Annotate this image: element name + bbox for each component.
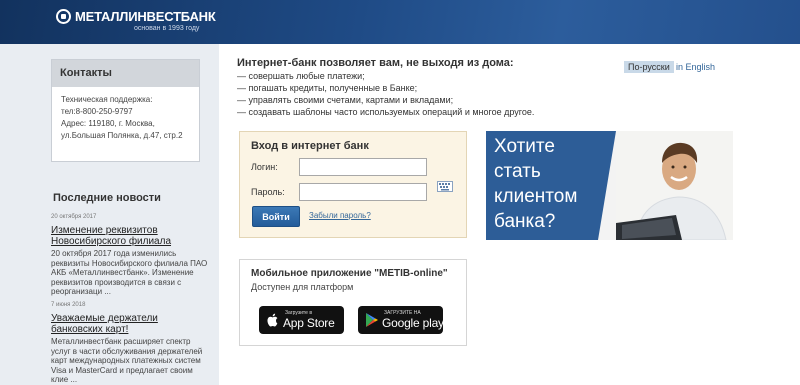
mobile-app-panel: Мобильное приложение "METIB-online" Дост… [239,259,467,346]
news-date: 20 октября 2017 [51,214,97,220]
promo-line: банка? [494,211,556,232]
apple-icon [267,313,278,327]
password-label: Пароль: [251,187,285,197]
feature-item: — погашать кредиты, полученные в Банке; [237,83,418,93]
contacts-phone: тел:8-800-250-9797 [61,107,133,116]
language-english-link[interactable]: in English [672,61,719,73]
news-link[interactable]: Изменение реквизитов Новосибирского фили… [51,225,211,247]
news-section-title: Последние новости [53,192,161,204]
news-link[interactable]: Уважаемые держатели банковских карт! [51,313,211,335]
smiling-man-laptop-image [616,131,733,240]
app-subtitle: Доступен для платформ [251,282,354,292]
app-store-button[interactable]: Загрузите в App Store [259,306,344,334]
main-content: Интернет-банк позволяет вам, не выходя и… [219,44,800,385]
login-form: Вход в интернет банк Логин: Пароль: Войт… [239,131,467,238]
login-label: Логин: [251,162,278,172]
promo-line: клиентом [494,186,578,207]
intro-title: Интернет-банк позволяет вам, не выходя и… [237,57,514,69]
googleplay-big-text: Google play [382,316,444,330]
appstore-big-text: App Store [283,316,335,330]
google-play-icon [366,313,378,327]
login-title: Вход в интернет банк [251,140,369,152]
news-text: 20 октября 2017 года изменились реквизит… [51,249,208,296]
login-button[interactable]: Войти [252,206,300,227]
feature-item: — управлять своими счетами, картами и вк… [237,95,454,105]
news-date: 7 июня 2018 [51,302,86,308]
feature-item: — совершать любые платежи; [237,71,365,81]
forgot-password-link[interactable]: Забыли пароль? [309,211,371,220]
contacts-line: Техническая поддержка: [61,95,153,104]
password-input[interactable] [299,183,427,201]
news-text: Металлинвестбанк расширяет спектр услуг … [51,337,203,384]
sidebar: Контакты Техническая поддержка: тел:8-80… [0,44,219,385]
contacts-title: Контакты [52,60,199,87]
logo-mark-icon [56,9,71,24]
become-client-banner[interactable]: Хотите стать клиентом банка? [486,131,733,240]
login-input[interactable] [299,158,427,176]
virtual-keyboard-icon[interactable] [437,181,453,192]
contacts-panel: Контакты Техническая поддержка: тел:8-80… [51,59,200,162]
bank-tagline: основан в 1993 году [134,25,200,32]
bank-name: МЕТАЛЛИНВЕСТБАНК [75,9,216,24]
features-list: — совершать любые платежи; — погашать кр… [237,70,534,118]
site-header: МЕТАЛЛИНВЕСТБАНК основан в 1993 году [0,0,800,44]
language-russian[interactable]: По-русски [624,61,674,73]
promo-line: стать [494,161,541,182]
app-title: Мобильное приложение "METIB-online" [251,268,448,279]
promo-text: Хотите стать клиентом банка? [494,134,577,234]
contacts-line: ул.Большая Полянка, д.47, стр.2 [61,131,183,140]
contacts-line: Адрес: 119180, г. Москва, [61,119,155,128]
promo-line: Хотите [494,136,555,157]
feature-item: — создавать шаблоны часто используемых о… [237,107,535,117]
google-play-button[interactable]: ЗАГРУЗИТЕ НА Google play [358,306,444,334]
